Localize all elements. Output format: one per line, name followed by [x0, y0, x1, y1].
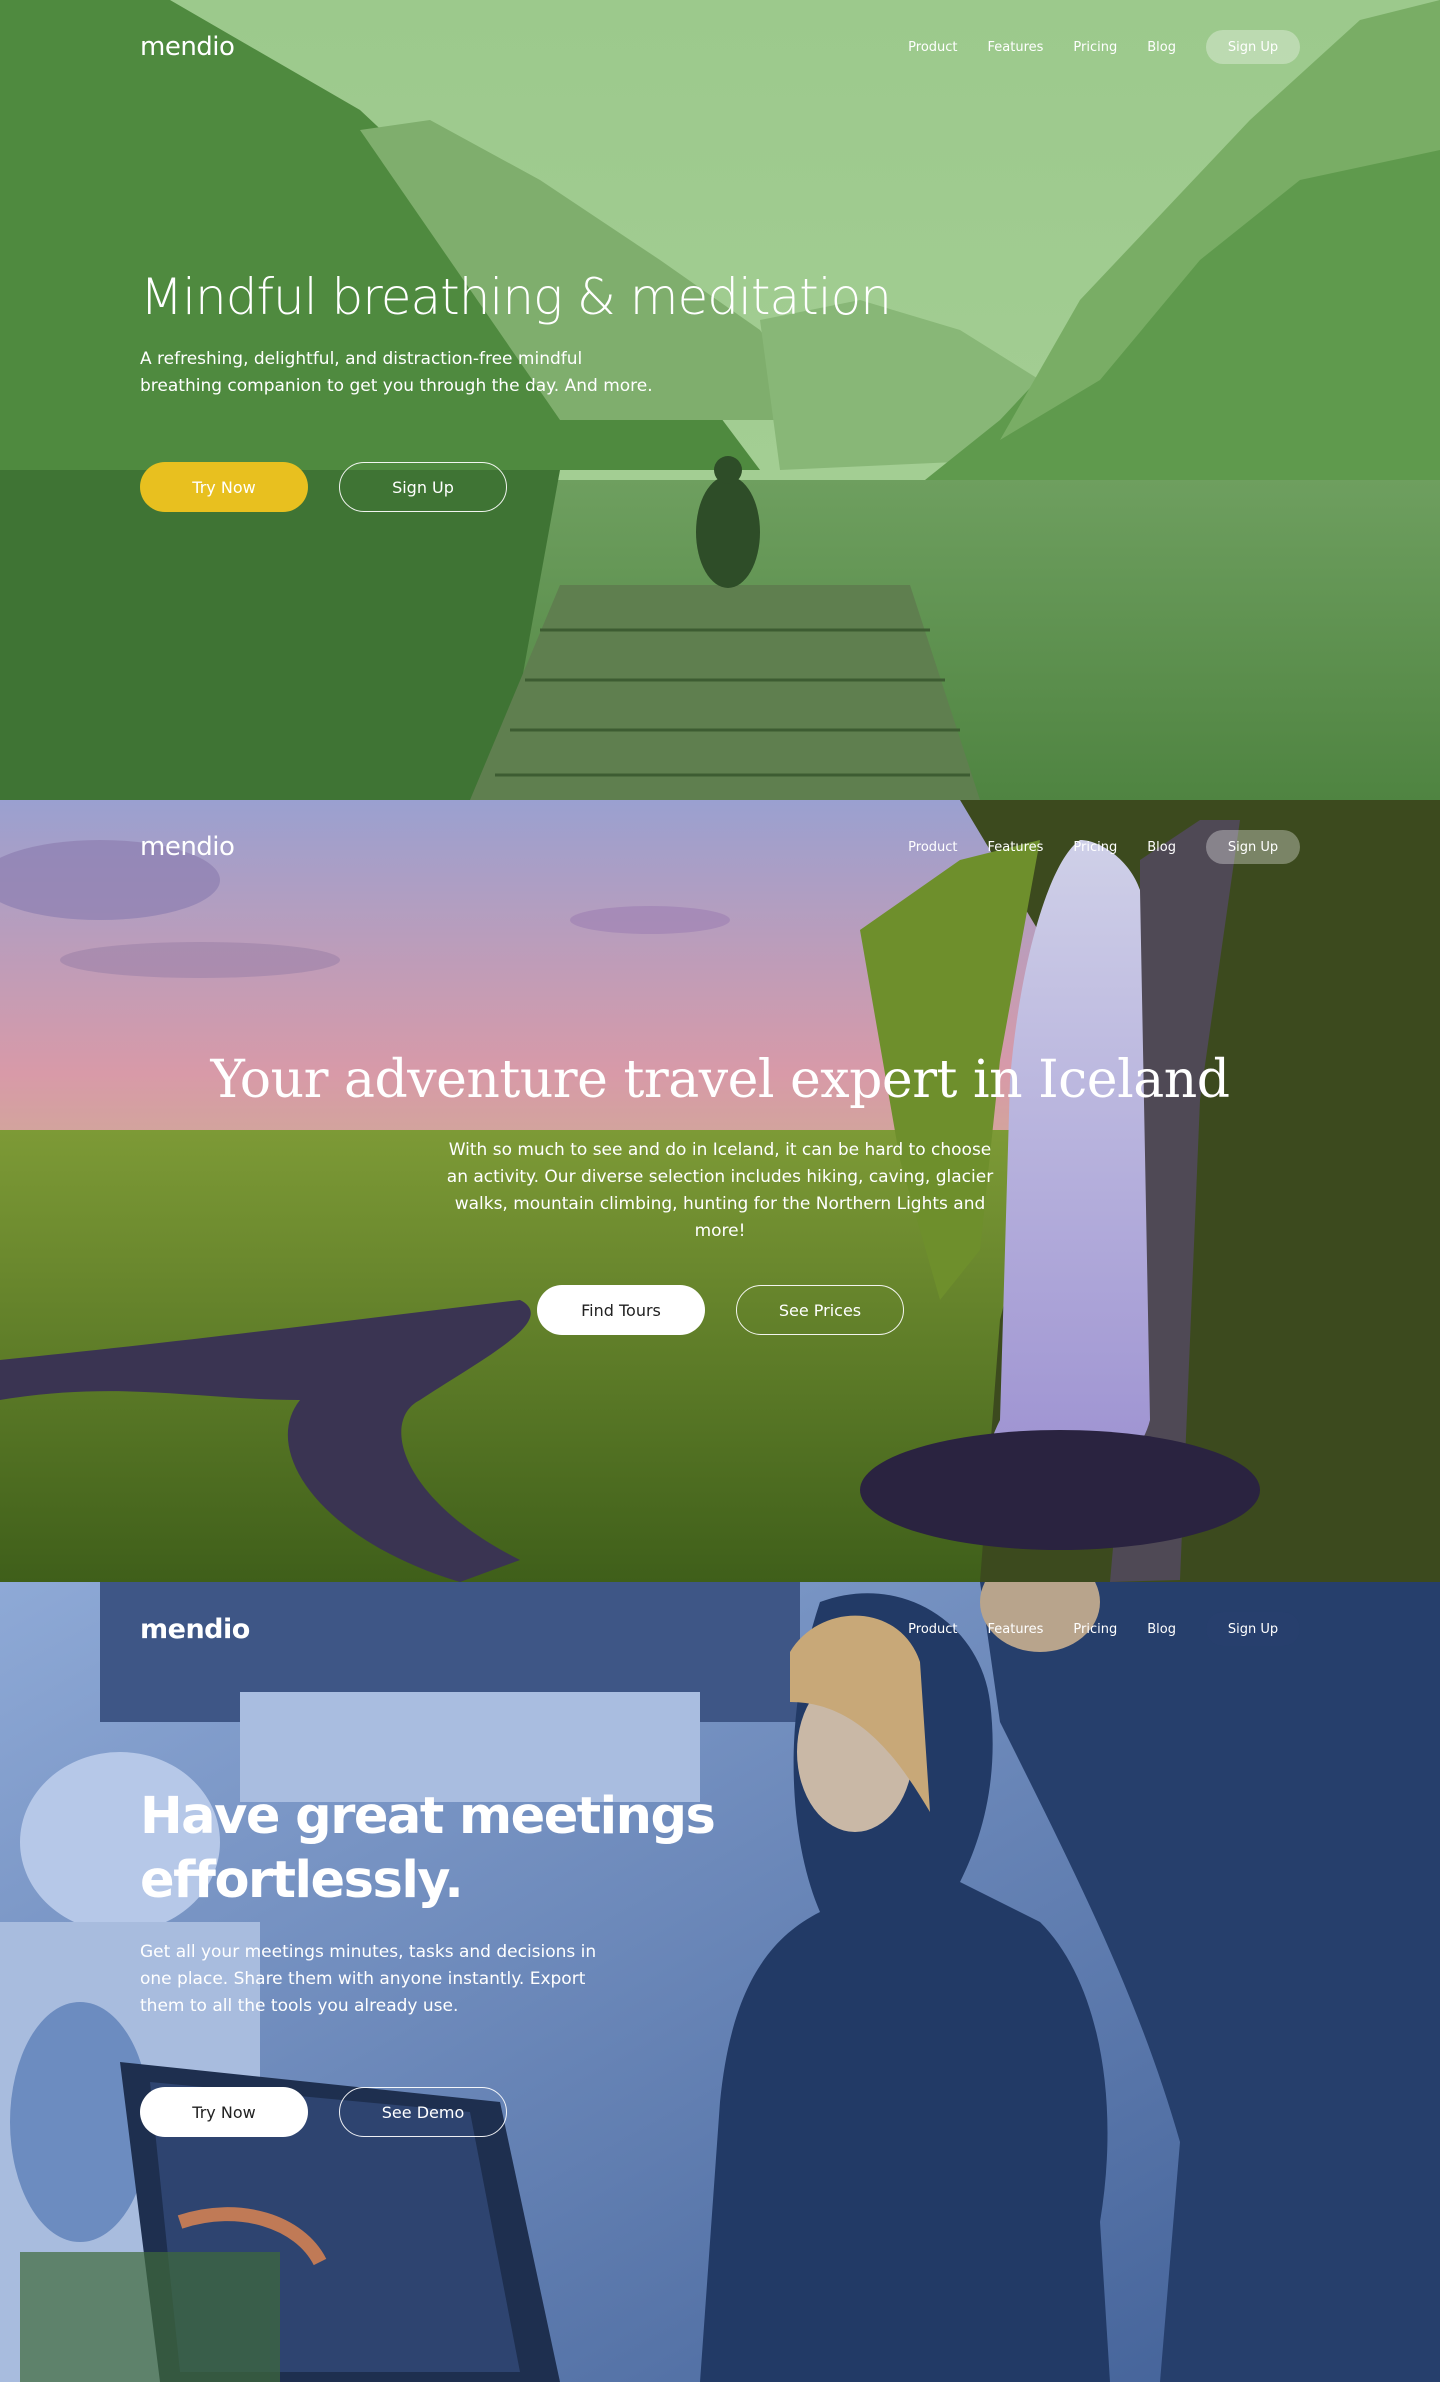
try-now-button[interactable]: Try Now	[140, 462, 308, 512]
nav-link-product[interactable]: Product	[908, 1622, 957, 1637]
hero-background-lake-image	[0, 0, 1440, 800]
nav-link-blog[interactable]: Blog	[1147, 1622, 1176, 1637]
nav-signup-button[interactable]: Sign Up	[1206, 30, 1300, 64]
nav-link-blog[interactable]: Blog	[1147, 40, 1176, 55]
nav-signup-button[interactable]: Sign Up	[1206, 830, 1300, 864]
hero-title: Mindful breathing & meditation	[140, 268, 892, 326]
nav-link-pricing[interactable]: Pricing	[1073, 1622, 1117, 1637]
top-navbar: mendio Product Features Pricing Blog Sig…	[140, 1612, 1300, 1646]
nav-link-pricing[interactable]: Pricing	[1073, 40, 1117, 55]
hero-title: Have great meetings effortlessly.	[140, 1787, 716, 1910]
nav-link-features[interactable]: Features	[988, 1622, 1044, 1637]
nav-menu: Product Features Pricing Blog Sign Up	[878, 1612, 1300, 1646]
try-now-button[interactable]: Try Now	[140, 2087, 308, 2137]
hero-subtitle: Get all your meetings minutes, tasks and…	[140, 1942, 597, 2016]
nav-link-blog[interactable]: Blog	[1147, 840, 1176, 855]
hero-title: Your adventure travel expert in Iceland	[210, 1050, 1230, 1110]
see-prices-button[interactable]: See Prices	[736, 1285, 904, 1335]
see-demo-button[interactable]: See Demo	[339, 2087, 507, 2137]
find-tours-button[interactable]: Find Tours	[537, 1285, 705, 1335]
nav-link-features[interactable]: Features	[988, 40, 1044, 55]
nav-link-product[interactable]: Product	[908, 840, 957, 855]
logo[interactable]: mendio	[140, 1614, 250, 1645]
nav-link-features[interactable]: Features	[988, 840, 1044, 855]
top-navbar: mendio Product Features Pricing Blog Sig…	[140, 30, 1300, 64]
nav-menu: Product Features Pricing Blog Sign Up	[878, 830, 1300, 864]
nav-signup-button[interactable]: Sign Up	[1206, 1612, 1300, 1646]
hero-subtitle: A refreshing, delightful, and distractio…	[140, 349, 653, 396]
nav-link-product[interactable]: Product	[908, 40, 957, 55]
hero-meditation: mendio Product Features Pricing Blog Sig…	[0, 0, 1440, 800]
logo[interactable]: mendio	[140, 32, 235, 62]
top-navbar: mendio Product Features Pricing Blog Sig…	[140, 830, 1300, 864]
logo[interactable]: mendio	[140, 832, 235, 862]
hero-subtitle: With so much to see and do in Iceland, i…	[446, 1140, 994, 1241]
sign-up-button[interactable]: Sign Up	[339, 462, 507, 512]
nav-link-pricing[interactable]: Pricing	[1073, 840, 1117, 855]
nav-menu: Product Features Pricing Blog Sign Up	[878, 30, 1300, 64]
